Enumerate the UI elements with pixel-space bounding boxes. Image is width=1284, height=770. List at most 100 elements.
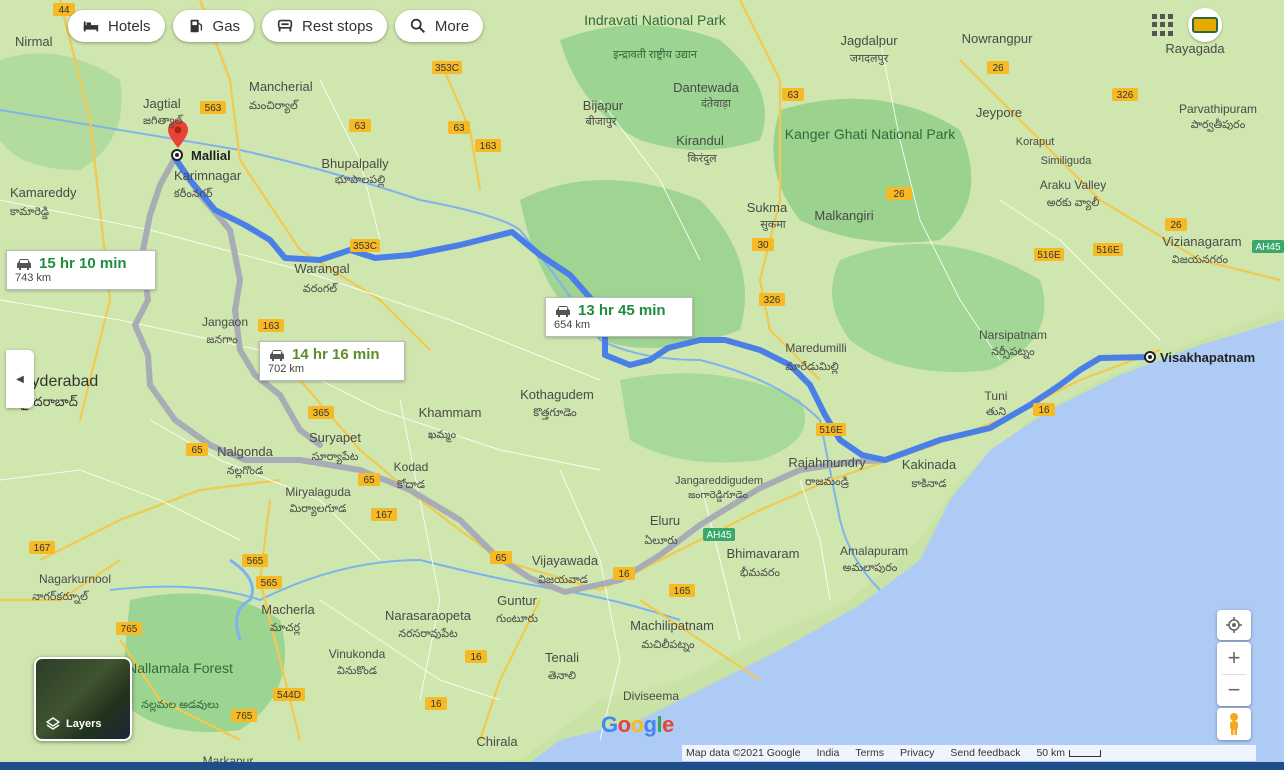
more-chip[interactable]: More xyxy=(394,10,484,42)
terms-link[interactable]: Terms xyxy=(855,747,884,759)
svg-text:Kanger Ghati National Park: Kanger Ghati National Park xyxy=(785,126,956,142)
svg-text:765: 765 xyxy=(121,624,138,635)
road-shield: 365 xyxy=(308,406,334,419)
svg-text:16: 16 xyxy=(618,569,630,580)
avatar[interactable] xyxy=(1188,8,1222,42)
route-distance: 702 km xyxy=(268,363,305,375)
svg-text:Rayagada: Rayagada xyxy=(1165,41,1225,56)
svg-text:63: 63 xyxy=(354,121,366,132)
road-shield: 516E xyxy=(816,423,846,436)
svg-text:Dantewada: Dantewada xyxy=(673,80,740,95)
svg-text:353C: 353C xyxy=(353,241,377,252)
privacy-link[interactable]: Privacy xyxy=(900,747,934,759)
svg-text:Guntur: Guntur xyxy=(497,593,537,608)
send-feedback-link[interactable]: Send feedback xyxy=(950,747,1020,759)
chip-label: More xyxy=(434,17,470,35)
route-callout-alt-2[interactable]: 14 hr 16 min 702 km xyxy=(259,341,405,381)
pegman-icon xyxy=(1230,713,1238,735)
svg-text:Kakinada: Kakinada xyxy=(902,457,957,472)
svg-text:65: 65 xyxy=(495,553,507,564)
road-shield: 26 xyxy=(1165,218,1187,231)
road-shield: 765 xyxy=(231,709,257,722)
route-callout-alt-1[interactable]: 15 hr 10 min 743 km xyxy=(6,250,156,290)
layers-label-wrap: Layers xyxy=(46,717,101,731)
svg-text:అరకు వ్యాలీ: అరకు వ్యాలీ xyxy=(1047,196,1100,211)
rest-stops-chip[interactable]: Rest stops xyxy=(262,10,387,42)
svg-text:26: 26 xyxy=(893,189,905,200)
svg-text:Vijayawada: Vijayawada xyxy=(532,553,599,568)
road-shield: 65 xyxy=(490,551,512,564)
road-shield: 65 xyxy=(358,473,380,486)
svg-text:Miryalaguda: Miryalaguda xyxy=(285,485,351,499)
route-distance: 654 km xyxy=(554,319,591,331)
scale-bar[interactable]: 50 km xyxy=(1036,747,1102,759)
svg-text:516E: 516E xyxy=(1037,250,1061,261)
gas-chip[interactable]: Gas xyxy=(172,10,255,42)
svg-text:Bhupalpally: Bhupalpally xyxy=(321,156,389,171)
svg-text:63: 63 xyxy=(453,123,465,134)
layers-label: Layers xyxy=(66,718,102,730)
svg-text:565: 565 xyxy=(261,578,278,589)
region-link[interactable]: India xyxy=(817,747,840,759)
road-shield: 65 xyxy=(186,443,208,456)
svg-text:Tenali: Tenali xyxy=(545,650,579,665)
svg-text:Kodad: Kodad xyxy=(394,460,429,474)
svg-text:Nowrangpur: Nowrangpur xyxy=(962,31,1033,46)
road-shield: 544D xyxy=(273,688,305,701)
svg-text:जगदलपुर: जगदलपुर xyxy=(850,53,889,65)
zoom-out-button[interactable]: − xyxy=(1217,674,1251,706)
svg-text:నాగర్‌కర్నూల్: నాగర్‌కర్నూల్ xyxy=(32,590,89,604)
svg-text:Jagdalpur: Jagdalpur xyxy=(840,33,898,48)
svg-text:Nirmal: Nirmal xyxy=(15,34,53,49)
svg-text:16: 16 xyxy=(430,699,442,710)
svg-text:516E: 516E xyxy=(1096,245,1120,256)
svg-text:Diviseema: Diviseema xyxy=(623,689,679,703)
svg-text:516E: 516E xyxy=(819,425,843,436)
collapse-panel-button[interactable]: ◀ xyxy=(6,350,34,408)
svg-text:65: 65 xyxy=(191,445,203,456)
svg-text:26: 26 xyxy=(1170,220,1182,231)
map-canvas[interactable]: 44 353C 63 563 63 163 353C 63 26 326 26 … xyxy=(0,0,1284,770)
os-taskbar xyxy=(0,762,1284,770)
svg-text:కోదాడ: కోదాడ xyxy=(397,478,425,491)
layers-button[interactable]: Layers xyxy=(34,657,132,741)
layers-icon xyxy=(46,717,60,730)
svg-text:గుంటూరు: గుంటూరు xyxy=(496,613,538,625)
road-shield: 163 xyxy=(475,139,501,152)
svg-text:కొత్తగూడెం: కొత్తగూడెం xyxy=(533,407,577,420)
apps-grid-icon[interactable] xyxy=(1152,14,1174,36)
map-data-attribution: Map data ©2021 Google xyxy=(686,747,801,759)
svg-text:353C: 353C xyxy=(435,63,459,74)
svg-text:सुकमा: सुकमा xyxy=(760,219,785,231)
hotels-chip[interactable]: Hotels xyxy=(68,10,165,42)
avatar-logo-icon xyxy=(1192,17,1218,33)
road-shield: 26 xyxy=(886,187,912,200)
svg-text:జగిత్యాల్: జగిత్యాల్ xyxy=(143,114,184,129)
svg-text:వినుకొండ: వినుకొండ xyxy=(337,665,377,677)
svg-text:భూపాలపల్లి: భూపాలపల్లి xyxy=(335,174,385,188)
road-shield: 16 xyxy=(425,697,447,710)
svg-text:Malkangiri: Malkangiri xyxy=(814,208,873,223)
svg-text:Tuni: Tuni xyxy=(985,389,1008,403)
svg-text:Rajahmundry: Rajahmundry xyxy=(788,455,866,470)
svg-text:163: 163 xyxy=(480,141,497,152)
origin-marker[interactable] xyxy=(171,149,183,161)
gas-pump-icon xyxy=(190,19,202,33)
svg-text:AH45: AH45 xyxy=(706,530,731,541)
my-location-button[interactable] xyxy=(1217,610,1251,640)
destination-marker[interactable] xyxy=(1144,351,1156,363)
road-shield: 163 xyxy=(258,319,284,332)
svg-text:इन्द्रावती राष्ट्रीय उद्यान: इन्द्रावती राष्ट्रीय उद्यान xyxy=(613,48,698,61)
svg-text:పార్వతీపురం: పార్వతీపురం xyxy=(1191,118,1246,132)
street-view-button[interactable] xyxy=(1217,708,1251,740)
road-shield: 326 xyxy=(1112,88,1138,101)
car-icon xyxy=(270,349,284,361)
route-time: 15 hr 10 min xyxy=(39,255,127,272)
svg-text:కరీంనగర్: కరీంనగర్ xyxy=(174,187,213,200)
zoom-in-button[interactable]: + xyxy=(1217,642,1251,674)
svg-text:Koraput: Koraput xyxy=(1016,136,1055,148)
route-callout-primary[interactable]: 13 hr 45 min 654 km xyxy=(545,297,693,337)
road-shield: 765 xyxy=(116,622,142,635)
road-shield: 326 xyxy=(759,293,785,306)
svg-text:జంగారెడ్డిగూడెం: జంగారెడ్డిగూడెం xyxy=(688,490,748,502)
